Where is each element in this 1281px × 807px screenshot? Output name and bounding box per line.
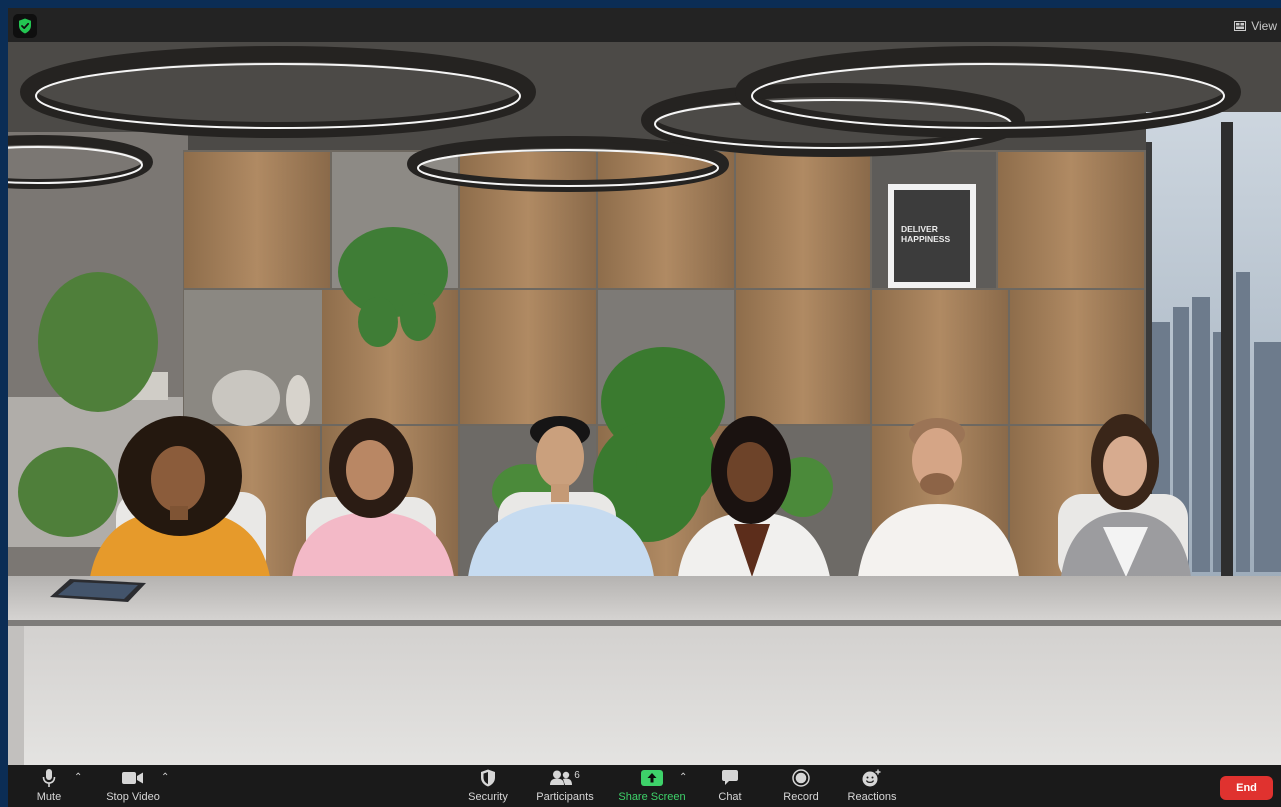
stop-video-button[interactable]: Stop Video — [100, 765, 166, 807]
immersive-meeting-scene: DELIVER HAPPINESS — [8, 42, 1281, 765]
record-label: Record — [783, 791, 819, 803]
record-icon — [792, 769, 810, 787]
poster-text-line2: HAPPINESS — [901, 234, 950, 244]
microphone-icon — [42, 769, 56, 787]
meeting-controls-toolbar: Mute ⌃ Stop Video ⌃ Security 6 Participa… — [8, 765, 1281, 807]
audio-options-chevron-up-icon[interactable]: ⌃ — [74, 772, 82, 783]
view-button[interactable]: View — [1234, 17, 1277, 35]
reactions-button[interactable]: Reactions — [844, 765, 900, 807]
mute-button[interactable]: Mute — [30, 765, 68, 807]
participants-count: 6 — [574, 769, 580, 781]
conference-table — [8, 576, 1281, 765]
participants-icon — [550, 770, 573, 785]
virtual-office-background: DELIVER HAPPINESS — [8, 42, 1281, 765]
meeting-top-bar: View — [8, 8, 1281, 42]
video-options-chevron-up-icon[interactable]: ⌃ — [161, 772, 169, 783]
mute-label: Mute — [36, 791, 62, 803]
shield-check-icon — [19, 18, 31, 34]
end-meeting-button[interactable]: End — [1220, 776, 1273, 800]
chat-button[interactable]: Chat — [708, 765, 752, 807]
gallery-view-icon — [1234, 21, 1247, 31]
record-button[interactable]: Record — [778, 765, 824, 807]
share-screen-arrow-icon — [641, 770, 663, 786]
stop-video-label: Stop Video — [106, 791, 160, 803]
participants-button[interactable]: 6 Participants — [530, 765, 600, 807]
meeting-security-indicator[interactable] — [13, 14, 37, 38]
deliver-happiness-poster: DELIVER HAPPINESS — [888, 184, 976, 288]
share-options-chevron-up-icon[interactable]: ⌃ — [679, 772, 687, 783]
silver-vase — [212, 370, 280, 426]
silver-vase — [286, 375, 310, 425]
reactions-label: Reactions — [847, 791, 897, 803]
participants-label: Participants — [536, 791, 594, 803]
security-label: Security — [468, 791, 508, 803]
share-screen-label: Share Screen — [618, 791, 686, 803]
smiley-plus-icon — [862, 769, 881, 787]
chat-label: Chat — [718, 791, 742, 803]
security-button[interactable]: Security — [460, 765, 516, 807]
video-camera-icon — [122, 772, 143, 784]
poster-text-line1: DELIVER — [901, 224, 938, 234]
view-label: View — [1251, 19, 1277, 33]
shield-icon — [481, 769, 495, 787]
chat-bubble-icon — [722, 770, 738, 785]
